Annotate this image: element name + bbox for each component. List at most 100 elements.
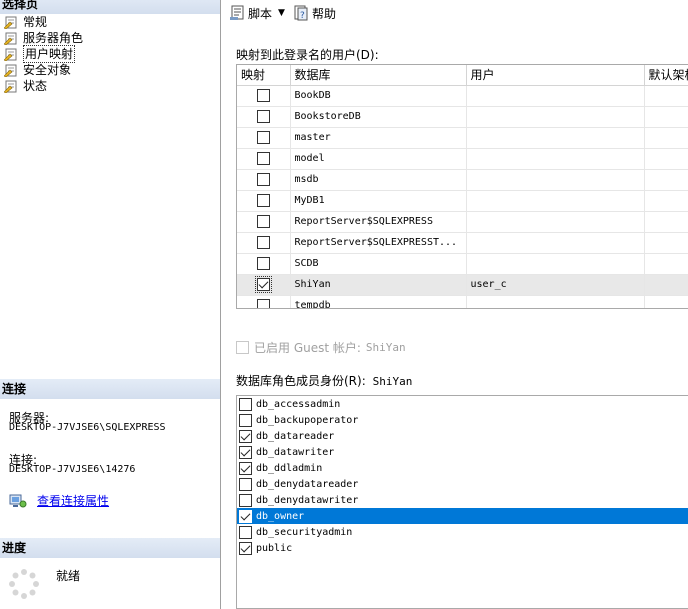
column-header-database[interactable]: 数据库	[290, 65, 467, 86]
user-cell[interactable]	[466, 85, 645, 107]
user-cell[interactable]	[466, 127, 645, 149]
mapping-row[interactable]: model	[237, 148, 688, 170]
role-item[interactable]: db_securityadmin	[237, 524, 688, 540]
script-button[interactable]: 脚本	[229, 5, 272, 22]
role-checkbox[interactable]	[239, 461, 252, 475]
toolbar: 脚本 ▼ ? 帮助	[222, 0, 688, 26]
map-checkbox[interactable]	[256, 131, 270, 144]
user-cell[interactable]: user_c	[466, 274, 645, 296]
role-checkbox[interactable]	[239, 509, 252, 523]
role-item[interactable]: db_datareader	[237, 428, 688, 444]
default-schema-cell[interactable]	[644, 232, 688, 254]
connection-header: 连接	[0, 379, 220, 399]
mapping-row[interactable]: ShiYan user_c	[237, 274, 688, 296]
default-schema-cell[interactable]	[644, 274, 688, 296]
page-item-label: 用户映射	[23, 45, 76, 63]
guest-account-checkbox[interactable]	[236, 341, 249, 354]
mapping-row[interactable]: ReportServer$SQLEXPRESST...	[237, 232, 688, 254]
default-schema-cell[interactable]	[644, 190, 688, 212]
page-item[interactable]: 常规	[4, 14, 83, 30]
user-cell[interactable]	[466, 148, 645, 170]
map-checkbox[interactable]	[256, 173, 270, 186]
map-checkbox[interactable]	[256, 110, 270, 123]
mapping-row[interactable]: master	[237, 127, 688, 149]
role-checkbox[interactable]	[239, 493, 252, 507]
roles-label-db: ShiYan	[372, 375, 413, 388]
role-checkbox[interactable]	[239, 413, 252, 427]
user-cell[interactable]	[466, 106, 645, 128]
user-cell[interactable]	[466, 232, 645, 254]
help-button[interactable]: ? 帮助	[293, 5, 336, 22]
user-cell[interactable]	[466, 295, 645, 308]
left-pane: 选择页 常规 服务器角色 用户映射 安全对象 状态 连接 服务器: DESKTOP-J7…	[0, 0, 221, 609]
default-schema-cell[interactable]	[644, 106, 688, 128]
view-connection-properties[interactable]: 查看连接属性	[9, 492, 109, 509]
role-item[interactable]: db_ddladmin	[237, 460, 688, 476]
page-item[interactable]: 安全对象	[4, 62, 83, 78]
map-checkbox[interactable]	[256, 236, 270, 249]
roles-label: 数据库角色成员身份(R): ShiYan	[236, 372, 412, 389]
default-schema-cell[interactable]	[644, 253, 688, 275]
default-schema-cell[interactable]	[644, 169, 688, 191]
map-checkbox[interactable]	[256, 299, 270, 308]
default-schema-cell[interactable]	[644, 85, 688, 107]
role-checkbox[interactable]	[239, 429, 252, 443]
progress-status: 就绪	[56, 569, 81, 583]
database-cell: SCDB	[290, 253, 467, 275]
database-cell: ReportServer$SQLEXPRESST...	[290, 232, 467, 254]
map-checkbox[interactable]	[256, 152, 270, 165]
page-icon	[4, 64, 17, 77]
user-cell[interactable]	[466, 190, 645, 212]
user-cell[interactable]	[466, 211, 645, 233]
database-cell: BookstoreDB	[290, 106, 467, 128]
role-item[interactable]: db_owner	[237, 508, 688, 524]
mapping-row[interactable]: ReportServer$SQLEXPRESS	[237, 211, 688, 233]
map-checkbox[interactable]	[254, 276, 272, 293]
map-checkbox[interactable]	[256, 257, 270, 270]
user-cell[interactable]	[466, 253, 645, 275]
server-value: DESKTOP-J7VJSE6\SQLEXPRESS	[9, 422, 166, 433]
user-cell[interactable]	[466, 169, 645, 191]
page-item[interactable]: 状态	[4, 78, 83, 94]
mapping-label: 映射到此登录名的用户(D):	[236, 48, 379, 62]
page-item[interactable]: 用户映射	[4, 45, 83, 63]
default-schema-cell[interactable]	[644, 211, 688, 233]
script-icon	[230, 5, 244, 20]
page-item-label: 常规	[23, 15, 48, 29]
mapping-row[interactable]: tempdb	[237, 295, 688, 308]
role-checkbox[interactable]	[239, 525, 252, 539]
page-icon	[4, 80, 17, 93]
role-item[interactable]: db_denydatareader	[237, 476, 688, 492]
script-label: 脚本	[248, 6, 273, 21]
role-item[interactable]: db_denydatawriter	[237, 492, 688, 508]
map-cell	[237, 127, 291, 149]
mapping-row[interactable]: BookDB	[237, 85, 688, 107]
default-schema-cell[interactable]	[644, 127, 688, 149]
role-checkbox[interactable]	[239, 397, 252, 411]
map-checkbox[interactable]	[256, 215, 270, 228]
mapping-row[interactable]: BookstoreDB	[237, 106, 688, 128]
role-membership-list: db_accessadmin db_backupoperator db_datare…	[236, 395, 688, 609]
role-checkbox[interactable]	[239, 477, 252, 491]
role-checkbox[interactable]	[239, 445, 252, 459]
default-schema-cell[interactable]	[644, 148, 688, 170]
page-icon	[4, 48, 17, 61]
role-checkbox[interactable]	[239, 541, 252, 555]
role-item[interactable]: db_backupoperator	[237, 412, 688, 428]
view-connection-properties-link[interactable]: 查看连接属性	[37, 492, 109, 509]
column-header-user[interactable]: 用户	[466, 65, 645, 86]
mapping-row[interactable]: msdb	[237, 169, 688, 191]
page-item[interactable]: 服务器角色	[4, 30, 83, 46]
script-dropdown-arrow-icon[interactable]: ▼	[278, 8, 285, 18]
mapping-row[interactable]: MyDB1	[237, 190, 688, 212]
role-item[interactable]: public	[237, 540, 688, 556]
map-checkbox[interactable]	[256, 89, 270, 102]
guest-account-db: ShiYan	[365, 341, 406, 354]
mapping-row[interactable]: SCDB	[237, 253, 688, 275]
column-header-map[interactable]: 映射	[237, 65, 291, 86]
role-item[interactable]: db_accessadmin	[237, 396, 688, 412]
map-checkbox[interactable]	[256, 194, 270, 207]
role-item[interactable]: db_datawriter	[237, 444, 688, 460]
column-header-default-schema[interactable]: 默认架构	[644, 65, 688, 86]
default-schema-cell[interactable]	[644, 295, 688, 308]
